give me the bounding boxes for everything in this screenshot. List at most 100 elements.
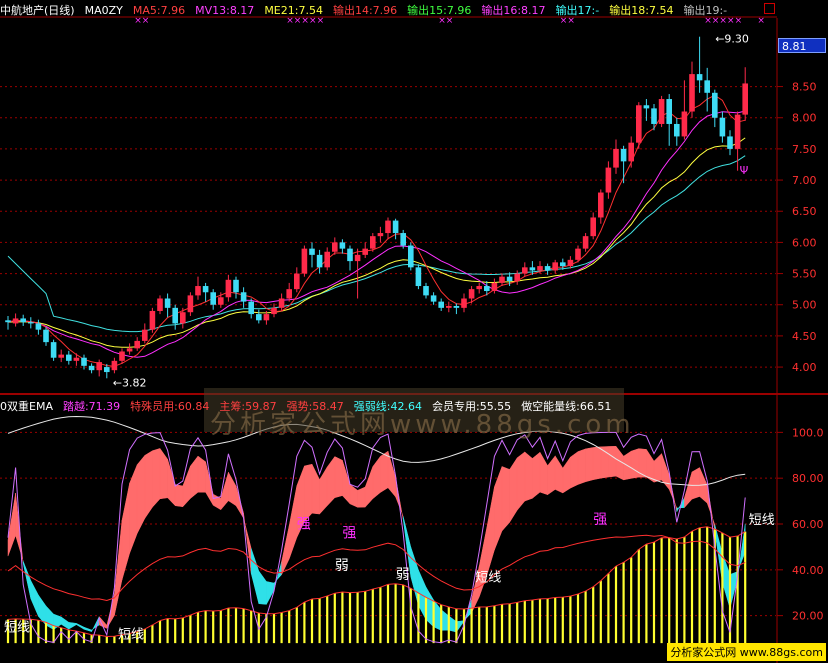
candle-body bbox=[598, 192, 604, 218]
indicator-band bbox=[258, 570, 267, 605]
indicator-band bbox=[608, 446, 617, 478]
indicator-legend-item-2: 特殊员用:60.84 bbox=[130, 400, 210, 413]
candle-body bbox=[134, 340, 140, 349]
candle-body bbox=[742, 83, 748, 115]
indicator-band bbox=[425, 586, 434, 628]
indicator-tick-label: 80.00 bbox=[792, 472, 824, 485]
candle-body bbox=[187, 295, 194, 313]
indicator-band bbox=[144, 450, 153, 520]
candle-body bbox=[651, 108, 657, 124]
indicator-band bbox=[190, 455, 199, 499]
indicator-band bbox=[562, 456, 571, 494]
candle-body bbox=[43, 329, 49, 343]
candle-body bbox=[218, 297, 224, 305]
price-legend-item-10: 输出19:- bbox=[683, 4, 728, 17]
indicator-band bbox=[440, 609, 450, 631]
price-legend-item-2: MA5:7.96 bbox=[132, 4, 186, 17]
indicator-band bbox=[410, 546, 419, 606]
candle-body bbox=[643, 105, 650, 109]
indicator-band bbox=[334, 456, 343, 499]
candle-body bbox=[58, 354, 64, 358]
indicator-band bbox=[266, 581, 275, 605]
indicator-band bbox=[357, 486, 366, 508]
indicator-band bbox=[585, 447, 594, 483]
candle-body bbox=[256, 314, 262, 321]
price-tick-label: 6.00 bbox=[792, 236, 817, 249]
candle-body bbox=[734, 114, 741, 149]
candle-body bbox=[605, 167, 612, 193]
candle-body bbox=[354, 254, 361, 262]
candle-body bbox=[96, 362, 102, 371]
indicator-band bbox=[326, 455, 336, 507]
price-tick-label: 8.00 bbox=[792, 112, 817, 125]
candle-body bbox=[552, 262, 558, 271]
candle-body bbox=[339, 242, 346, 249]
candle-body bbox=[225, 279, 232, 298]
candle-body bbox=[142, 329, 148, 341]
candle-body bbox=[309, 248, 315, 255]
candle-body bbox=[620, 148, 627, 162]
candle-body bbox=[286, 289, 292, 299]
indicator-band bbox=[205, 461, 214, 507]
indicator-band bbox=[653, 453, 662, 483]
close-icon[interactable] bbox=[764, 3, 775, 14]
chart-canvas: 8.50 8.00 7.50 7.00 6.50 6.00 5.50 5.00 4.50 4.00… bbox=[0, 16, 828, 663]
candle-body bbox=[704, 80, 710, 93]
candle-body bbox=[468, 289, 475, 299]
candle-body bbox=[582, 236, 589, 249]
candle-body bbox=[66, 354, 72, 361]
candle-body bbox=[544, 266, 551, 271]
indicator-legend: 0双重EMA 踏越:71.39 特殊员用:60.84 主筹:59.87 强势:58.47… bbox=[0, 398, 621, 414]
price-legend-item-5: 输出14:7.96 bbox=[332, 4, 398, 17]
candle-body bbox=[408, 245, 414, 268]
price-legend-item-4: ME21:7.54 bbox=[264, 4, 323, 17]
candle-body bbox=[28, 322, 34, 324]
indicator-band bbox=[45, 605, 54, 630]
candle-body bbox=[35, 323, 42, 330]
indicator-legend-item-6: 会员专用:55.55 bbox=[431, 400, 512, 413]
short-line-label: 短线 bbox=[118, 628, 144, 643]
indicator-band bbox=[494, 466, 503, 551]
price-legend-item-7: 输出16:8.17 bbox=[481, 4, 546, 17]
candle-body bbox=[567, 259, 574, 267]
price-tick-label: 5.50 bbox=[792, 268, 817, 281]
candle-body bbox=[537, 266, 543, 271]
candle-body bbox=[430, 295, 437, 302]
indicator-legend-item-1: 踏越:71.39 bbox=[62, 400, 121, 413]
indicator-band bbox=[197, 455, 206, 493]
candle-body bbox=[514, 273, 520, 282]
indicator-band bbox=[448, 615, 457, 633]
candle-body bbox=[392, 220, 399, 234]
candle-body bbox=[202, 286, 209, 293]
price-tick-label: 5.00 bbox=[792, 299, 817, 312]
candle-body bbox=[506, 276, 513, 282]
candle-body bbox=[149, 310, 156, 330]
indicator-band bbox=[570, 451, 579, 489]
candlestick-series bbox=[5, 36, 748, 379]
candle-body bbox=[316, 254, 323, 268]
candle-body bbox=[491, 282, 498, 292]
candle-body bbox=[575, 248, 581, 260]
candle-body bbox=[727, 136, 733, 149]
price-legend-item-9: 输出18:7.54 bbox=[609, 4, 674, 17]
candle-body bbox=[195, 286, 201, 296]
indicator-band bbox=[554, 454, 564, 494]
indicator-tick-label: 40.00 bbox=[792, 564, 824, 577]
candle-body bbox=[263, 314, 270, 321]
indicator-band bbox=[691, 467, 700, 500]
candle-body bbox=[240, 292, 247, 302]
candle-body bbox=[164, 298, 171, 308]
candle-body bbox=[119, 351, 125, 361]
candle-body bbox=[658, 99, 665, 124]
price-tick-label: 7.50 bbox=[792, 143, 817, 156]
candle-body bbox=[719, 117, 726, 137]
short-line-label: 短线 bbox=[4, 621, 30, 636]
price-tick-label: 4.00 bbox=[792, 361, 817, 374]
candle-body bbox=[88, 365, 95, 371]
candle-body bbox=[423, 286, 429, 296]
indicator-band bbox=[60, 616, 70, 630]
candle-body bbox=[180, 312, 186, 324]
candle-body bbox=[104, 367, 110, 373]
short-line-label: 短线 bbox=[749, 513, 775, 528]
indicator-axis: 100.0 80.00 60.00 40.00 20.00 bbox=[777, 426, 824, 623]
